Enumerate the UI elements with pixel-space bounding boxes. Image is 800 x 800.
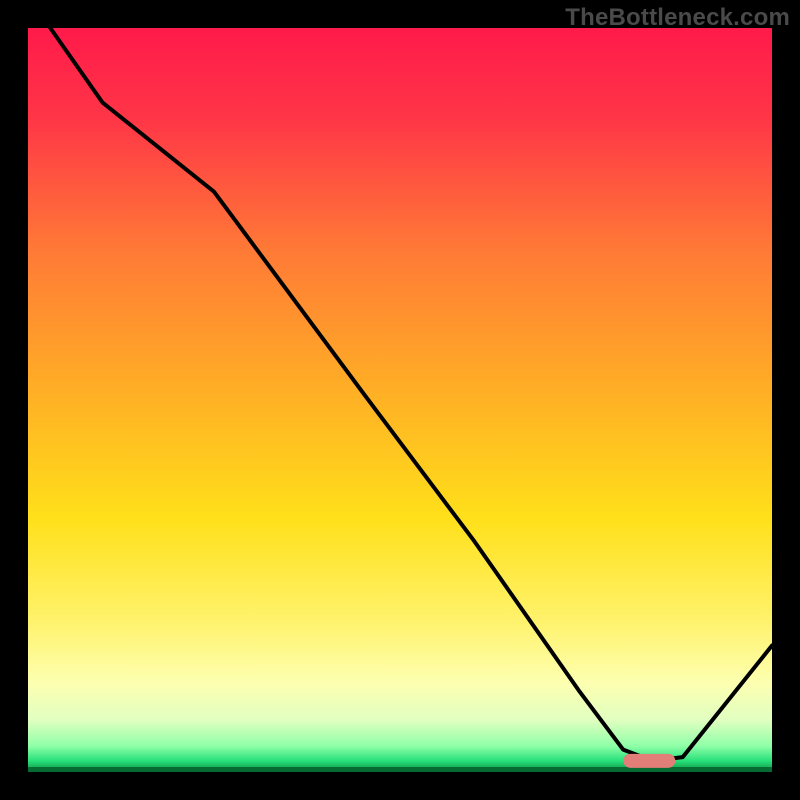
figure: TheBottleneck.com bbox=[0, 0, 800, 800]
plot-area bbox=[28, 28, 772, 772]
chart-svg bbox=[28, 28, 772, 772]
optimal-range-marker bbox=[623, 754, 675, 768]
plot-background bbox=[28, 28, 772, 772]
